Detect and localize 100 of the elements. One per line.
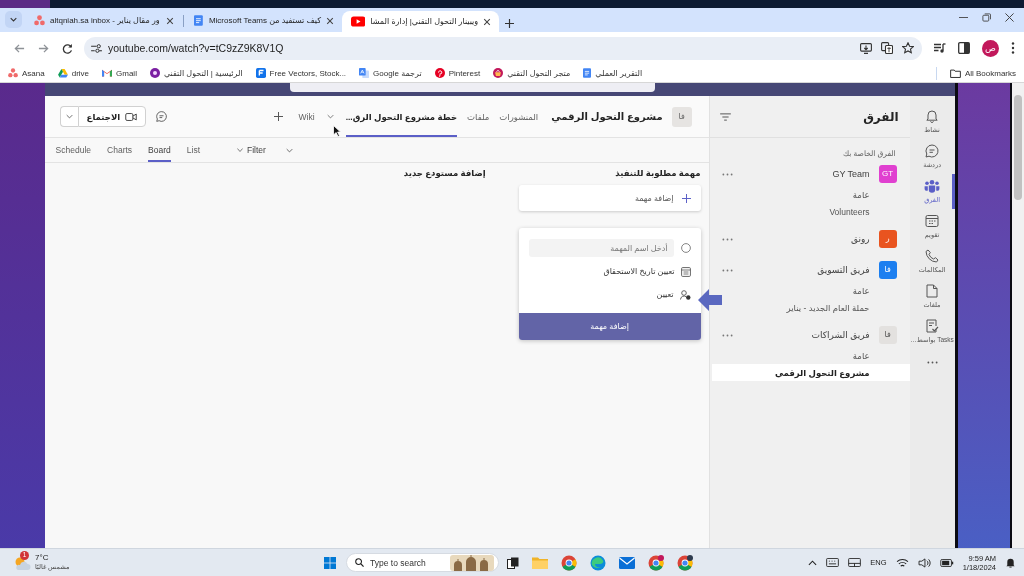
back-icon[interactable] <box>13 42 25 54</box>
temperature-text: 7°C <box>35 554 49 563</box>
view-tab[interactable]: Charts <box>107 138 133 162</box>
more-icon[interactable] <box>721 333 733 337</box>
more-icon[interactable] <box>721 268 733 272</box>
filter-icon[interactable] <box>719 112 731 121</box>
more-icon[interactable] <box>721 172 733 176</box>
queue-music-icon[interactable] <box>934 43 946 53</box>
keyboard-icon[interactable] <box>826 558 840 567</box>
mail-icon <box>102 69 113 77</box>
address-bar[interactable]: youtube.com/watch?v=tC9zZ9K8V1Q <box>84 36 922 60</box>
channel-tab[interactable]: ملفات <box>467 96 490 137</box>
bookmark-item[interactable]: التقرير العملي <box>583 68 643 78</box>
close-icon[interactable] <box>1005 12 1014 22</box>
new-tab-icon[interactable] <box>505 19 514 28</box>
document-icon <box>583 68 592 78</box>
bell-icon[interactable] <box>925 109 940 123</box>
task-view-icon[interactable] <box>507 556 519 569</box>
meet-button[interactable]: الاجتماع <box>77 106 147 127</box>
due-date-button[interactable]: تعيين تاريخ الاستحقاق <box>518 263 701 280</box>
reload-icon[interactable] <box>61 42 73 54</box>
bookmark-item[interactable]: drive <box>57 68 90 78</box>
menu-icon[interactable] <box>1011 42 1015 54</box>
browser-icon[interactable] <box>677 554 693 571</box>
close-tab-icon[interactable] <box>483 17 492 26</box>
bookmark-item[interactable]: Gmail <box>102 68 137 78</box>
team-name[interactable]: GY Team <box>832 169 870 179</box>
add-bucket-button[interactable]: إضافة مستودع جديد <box>403 166 486 180</box>
folder-icon <box>949 68 961 78</box>
all-bookmarks-button[interactable]: All Bookmarks <box>949 68 1016 78</box>
bookmark-item[interactable]: متجر التحول التقني <box>493 68 571 78</box>
chat-icon[interactable] <box>925 144 940 158</box>
people-icon[interactable] <box>924 179 941 193</box>
add-task-button[interactable]: إضافة مهمة <box>518 185 701 211</box>
team-avatar: فا <box>878 326 897 344</box>
translate-icon[interactable] <box>881 42 893 54</box>
browser-tab[interactable]: altqniah.sa inbox - ور مقال يناير <box>25 11 182 32</box>
bookmark-item[interactable]: Google ترجمة <box>359 68 422 78</box>
three-circles-icon <box>34 15 45 26</box>
channel-item[interactable]: مشروع التحول الرقمي <box>711 364 910 381</box>
chat-icon[interactable] <box>156 111 168 122</box>
chevron-up-icon[interactable] <box>808 559 818 566</box>
wifi-icon[interactable] <box>895 557 909 568</box>
profile-avatar[interactable]: ص <box>982 39 999 57</box>
bookmark-item[interactable]: Pinterest <box>434 68 481 78</box>
square-logo-icon <box>255 68 266 78</box>
phone-icon[interactable] <box>925 249 940 263</box>
battery-icon[interactable] <box>939 558 954 567</box>
mail-icon[interactable] <box>619 556 635 569</box>
person-icon <box>679 289 691 300</box>
radio-icon[interactable] <box>680 243 691 253</box>
close-tab-icon[interactable] <box>326 16 334 25</box>
task-list-icon[interactable] <box>925 319 940 333</box>
assign-button[interactable]: تعيين <box>518 286 701 303</box>
channel-item[interactable]: Volunteers <box>829 203 910 220</box>
close-tab-icon[interactable] <box>166 16 174 25</box>
channel-item[interactable]: عامة <box>852 282 910 299</box>
windows-icon[interactable] <box>324 556 336 569</box>
site-info-icon[interactable] <box>91 43 102 53</box>
view-tab[interactable]: Schedule <box>55 138 92 162</box>
star-icon[interactable] <box>902 42 914 54</box>
side-panel-icon[interactable] <box>958 42 970 54</box>
channel-tab[interactable]: خطة مشروع التحول الرق... <box>345 96 458 137</box>
bookmark-item[interactable]: Asana <box>8 68 45 78</box>
view-tab[interactable]: Board <box>148 138 171 162</box>
round-logo-icon <box>434 68 445 78</box>
tab-search-button[interactable] <box>5 11 22 28</box>
more-icon[interactable] <box>926 361 938 364</box>
bookmark-item[interactable]: Free Vectors, Stock... <box>255 68 347 78</box>
channel-tab[interactable]: المنشورات <box>499 96 539 137</box>
restore-icon[interactable] <box>982 12 991 22</box>
scrollbar-thumb[interactable] <box>1014 95 1023 200</box>
team-name[interactable]: رونق <box>850 234 870 244</box>
forward-icon[interactable] <box>37 42 49 54</box>
plus-icon[interactable] <box>273 112 283 121</box>
channel-tab[interactable]: Wiki <box>298 96 315 137</box>
add-task-button[interactable]: إضافة مهمة <box>518 313 701 340</box>
filter-button[interactable]: Filter <box>237 138 293 162</box>
channel-item[interactable]: عامة <box>852 347 910 364</box>
browser-tab[interactable]: كيف تستفيد من Microsoft Teams <box>185 11 342 32</box>
view-tab[interactable]: List <box>186 138 200 162</box>
team-name[interactable]: فريق التسويق <box>817 265 870 275</box>
tablet-icon[interactable] <box>848 558 862 567</box>
search-field[interactable] <box>289 83 655 92</box>
team-name[interactable]: فريق الشراكات <box>811 330 870 340</box>
install-icon[interactable] <box>860 42 872 54</box>
calendar-icon[interactable] <box>925 214 940 228</box>
browser-tab[interactable]: ويبينار التحول التقني| إدارة المشا <box>342 11 499 32</box>
channel-title: مشروع التحول الرقمي <box>551 111 663 122</box>
bookmark-item[interactable]: الرئيسية | التحول التقني <box>149 68 243 78</box>
file-icon[interactable] <box>926 284 939 298</box>
more-icon[interactable] <box>721 237 733 241</box>
search-field[interactable]: Type to search <box>346 553 499 572</box>
scrollbar-track[interactable] <box>1012 83 1024 548</box>
channel-item[interactable]: حملة العام الجديد - يناير <box>786 299 910 316</box>
volume-icon[interactable] <box>917 557 931 568</box>
task-name-field[interactable]: أدخل اسم المهمة <box>528 239 674 257</box>
bell-icon[interactable] <box>1005 557 1016 568</box>
channel-item[interactable]: عامة <box>852 186 910 203</box>
browser-icon[interactable] <box>648 554 664 571</box>
